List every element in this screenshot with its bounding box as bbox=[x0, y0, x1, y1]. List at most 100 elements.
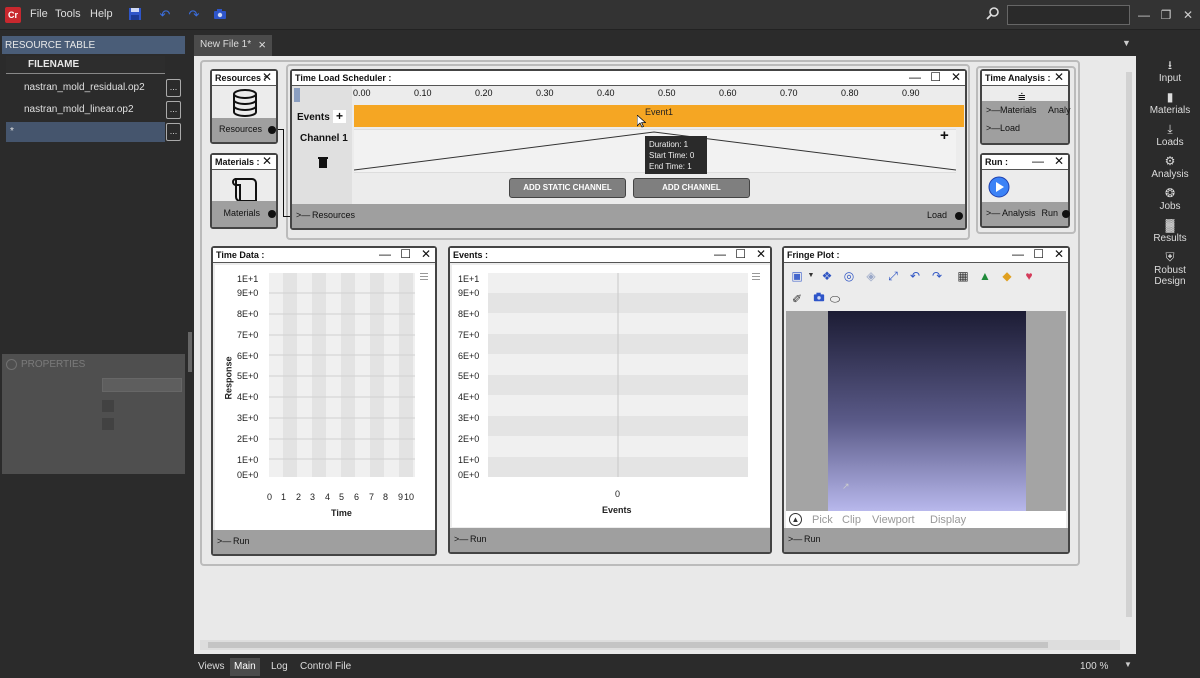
time-data-node[interactable]: Time Data : — ☐ ✕ 1E+1 9E+0 8E+0 7E+0 6E… bbox=[211, 246, 437, 556]
play-button[interactable] bbox=[988, 176, 1010, 201]
run-node[interactable]: Run : — ✕ >— Analysis Run bbox=[980, 153, 1070, 228]
restore-icon[interactable]: ❐ bbox=[1158, 7, 1174, 23]
minimize-icon[interactable]: — bbox=[1012, 247, 1024, 261]
vertical-scrollbar[interactable] bbox=[1124, 62, 1134, 640]
close-icon[interactable]: ✕ bbox=[1054, 70, 1064, 84]
input-pin-icon[interactable]: >— bbox=[986, 208, 1000, 218]
zoom-box-icon[interactable]: ⤢ bbox=[884, 267, 902, 285]
close-icon[interactable]: ✕ bbox=[262, 70, 272, 84]
property-checkbox[interactable] bbox=[102, 418, 114, 430]
redo-icon[interactable]: ↷ bbox=[928, 267, 946, 285]
input-tool[interactable]: ⭳ Input bbox=[1140, 58, 1200, 84]
redo-icon[interactable]: ↷ bbox=[186, 7, 202, 23]
search-input[interactable] bbox=[1007, 5, 1130, 25]
filename-column-header[interactable]: FILENAME bbox=[6, 56, 165, 74]
zoom-level[interactable]: 100 % bbox=[1080, 661, 1108, 672]
add-event-icon[interactable]: + bbox=[333, 110, 346, 123]
maximize-icon[interactable]: ☐ bbox=[735, 247, 746, 261]
output-pin[interactable] bbox=[1062, 210, 1070, 218]
maximize-icon[interactable]: ☐ bbox=[930, 70, 941, 84]
close-icon[interactable]: ✕ bbox=[1180, 7, 1196, 23]
fringe-viewport[interactable]: ↗ bbox=[786, 311, 1066, 511]
results-tool[interactable]: ▓ Results bbox=[1140, 218, 1200, 244]
input-pin-icon[interactable]: >— bbox=[296, 210, 310, 220]
save-icon[interactable] bbox=[127, 7, 143, 23]
output-pin[interactable] bbox=[268, 126, 276, 134]
close-icon[interactable]: ✕ bbox=[421, 247, 431, 261]
property-select[interactable] bbox=[102, 378, 182, 392]
analysis-tool[interactable]: ⚙ Analysis bbox=[1140, 154, 1200, 180]
camera-icon[interactable] bbox=[212, 7, 228, 23]
close-tab-icon[interactable]: × bbox=[258, 37, 266, 52]
loads-tool[interactable]: ⤓ Loads bbox=[1140, 122, 1200, 148]
materials-tool[interactable]: ▮ Materials bbox=[1140, 90, 1200, 116]
viewport-link[interactable]: Viewport bbox=[872, 514, 915, 526]
trash-icon[interactable] bbox=[318, 156, 328, 171]
legend-icon[interactable]: ♥ bbox=[1020, 267, 1038, 285]
minimize-icon[interactable]: — bbox=[1136, 7, 1152, 23]
time-analysis-node[interactable]: Time Analysis : ✕ ⩧ >— Materials Analy >… bbox=[980, 69, 1071, 145]
tab-views[interactable]: Views bbox=[194, 658, 229, 676]
grid-icon[interactable]: ▦ bbox=[954, 267, 972, 285]
output-pin[interactable] bbox=[268, 210, 276, 218]
menu-tools[interactable]: Tools bbox=[55, 8, 81, 20]
display-link[interactable]: Display bbox=[930, 514, 966, 526]
collapse-icon[interactable]: ▲ bbox=[789, 513, 802, 526]
property-checkbox[interactable] bbox=[102, 400, 114, 412]
minimize-icon[interactable]: — bbox=[909, 70, 921, 84]
browse-button[interactable]: ... bbox=[166, 123, 181, 141]
minimize-icon[interactable]: — bbox=[379, 247, 391, 261]
events-chart[interactable]: 1E+1 9E+0 8E+0 7E+0 6E+0 5E+0 4E+0 3E+0 … bbox=[452, 265, 770, 527]
search-icon[interactable] bbox=[986, 6, 1002, 22]
mesh-icon[interactable]: ▲ bbox=[976, 267, 994, 285]
tab-log[interactable]: Log bbox=[267, 658, 292, 676]
resources-node[interactable]: Resources : ✕ Resources bbox=[210, 69, 278, 144]
tab-new-file[interactable]: New File 1* × bbox=[194, 35, 272, 56]
input-pin-icon[interactable]: >— bbox=[788, 534, 802, 544]
input-pin-icon[interactable]: >— bbox=[217, 536, 231, 546]
zoom-dropdown-icon[interactable]: ▼ bbox=[1124, 660, 1132, 669]
pick-link[interactable]: Pick bbox=[812, 514, 833, 526]
collapse-icon[interactable] bbox=[6, 359, 17, 370]
scroll-thumb[interactable] bbox=[208, 642, 1048, 648]
input-pin-icon[interactable]: >— bbox=[986, 123, 1000, 133]
add-point-icon[interactable]: + bbox=[940, 127, 949, 144]
pan-icon[interactable]: ◈ bbox=[862, 267, 880, 285]
minimize-icon[interactable]: — bbox=[714, 247, 726, 261]
maximize-icon[interactable]: ☐ bbox=[1033, 247, 1044, 261]
eyedropper-icon[interactable]: ✐ bbox=[788, 290, 806, 308]
resource-row[interactable]: nastran_mold_linear.op2 bbox=[6, 100, 165, 120]
rotate-icon[interactable]: ◎ bbox=[840, 267, 858, 285]
browse-button[interactable]: ... bbox=[166, 79, 181, 97]
resource-row-new[interactable]: * bbox=[6, 122, 165, 142]
close-icon[interactable]: ✕ bbox=[262, 154, 272, 168]
robust-design-tool[interactable]: ⛨ Robust Design bbox=[1140, 250, 1200, 287]
input-pin-icon[interactable]: >— bbox=[986, 105, 1000, 115]
resource-row[interactable]: nastran_mold_residual.op2 bbox=[6, 78, 165, 98]
events-node[interactable]: Events : — ☐ ✕ 1E+1 9E+0 8E+0 7E+0 6E+0 … bbox=[448, 246, 772, 554]
add-static-channel-button[interactable]: ADD STATIC CHANNEL bbox=[509, 178, 626, 198]
tab-main[interactable]: Main bbox=[230, 658, 260, 676]
menu-help[interactable]: Help bbox=[90, 8, 113, 20]
time-data-chart[interactable]: 1E+1 9E+0 8E+0 7E+0 6E+0 5E+0 4E+0 3E+0 … bbox=[215, 265, 435, 531]
jobs-tool[interactable]: ❂ Jobs bbox=[1140, 186, 1200, 212]
tab-control-file[interactable]: Control File bbox=[296, 658, 355, 676]
materials-node[interactable]: Materials : ✕ Materials bbox=[210, 153, 278, 229]
maximize-icon[interactable]: ☐ bbox=[400, 247, 411, 261]
close-icon[interactable]: ✕ bbox=[1054, 247, 1064, 261]
scroll-thumb[interactable] bbox=[1126, 72, 1132, 617]
tab-menu-icon[interactable]: ▼ bbox=[1122, 38, 1131, 48]
output-pin[interactable] bbox=[955, 212, 963, 220]
time-load-scheduler-node[interactable]: Time Load Scheduler : — ☐ ✕ Events + Cha… bbox=[290, 69, 967, 230]
panel-splitter[interactable] bbox=[188, 332, 192, 372]
fit-view-icon[interactable]: ❖ bbox=[818, 267, 836, 285]
close-icon[interactable]: ✕ bbox=[756, 247, 766, 261]
menu-file[interactable]: File bbox=[30, 8, 48, 20]
browse-button[interactable]: ... bbox=[166, 101, 181, 119]
close-icon[interactable]: ✕ bbox=[1054, 154, 1064, 168]
horizontal-scrollbar[interactable] bbox=[200, 640, 1120, 650]
close-icon[interactable]: ✕ bbox=[951, 70, 961, 84]
add-channel-button[interactable]: ADD CHANNEL bbox=[633, 178, 750, 198]
clip-link[interactable]: Clip bbox=[842, 514, 861, 526]
mouse-icon[interactable]: ⬭ bbox=[826, 290, 844, 308]
